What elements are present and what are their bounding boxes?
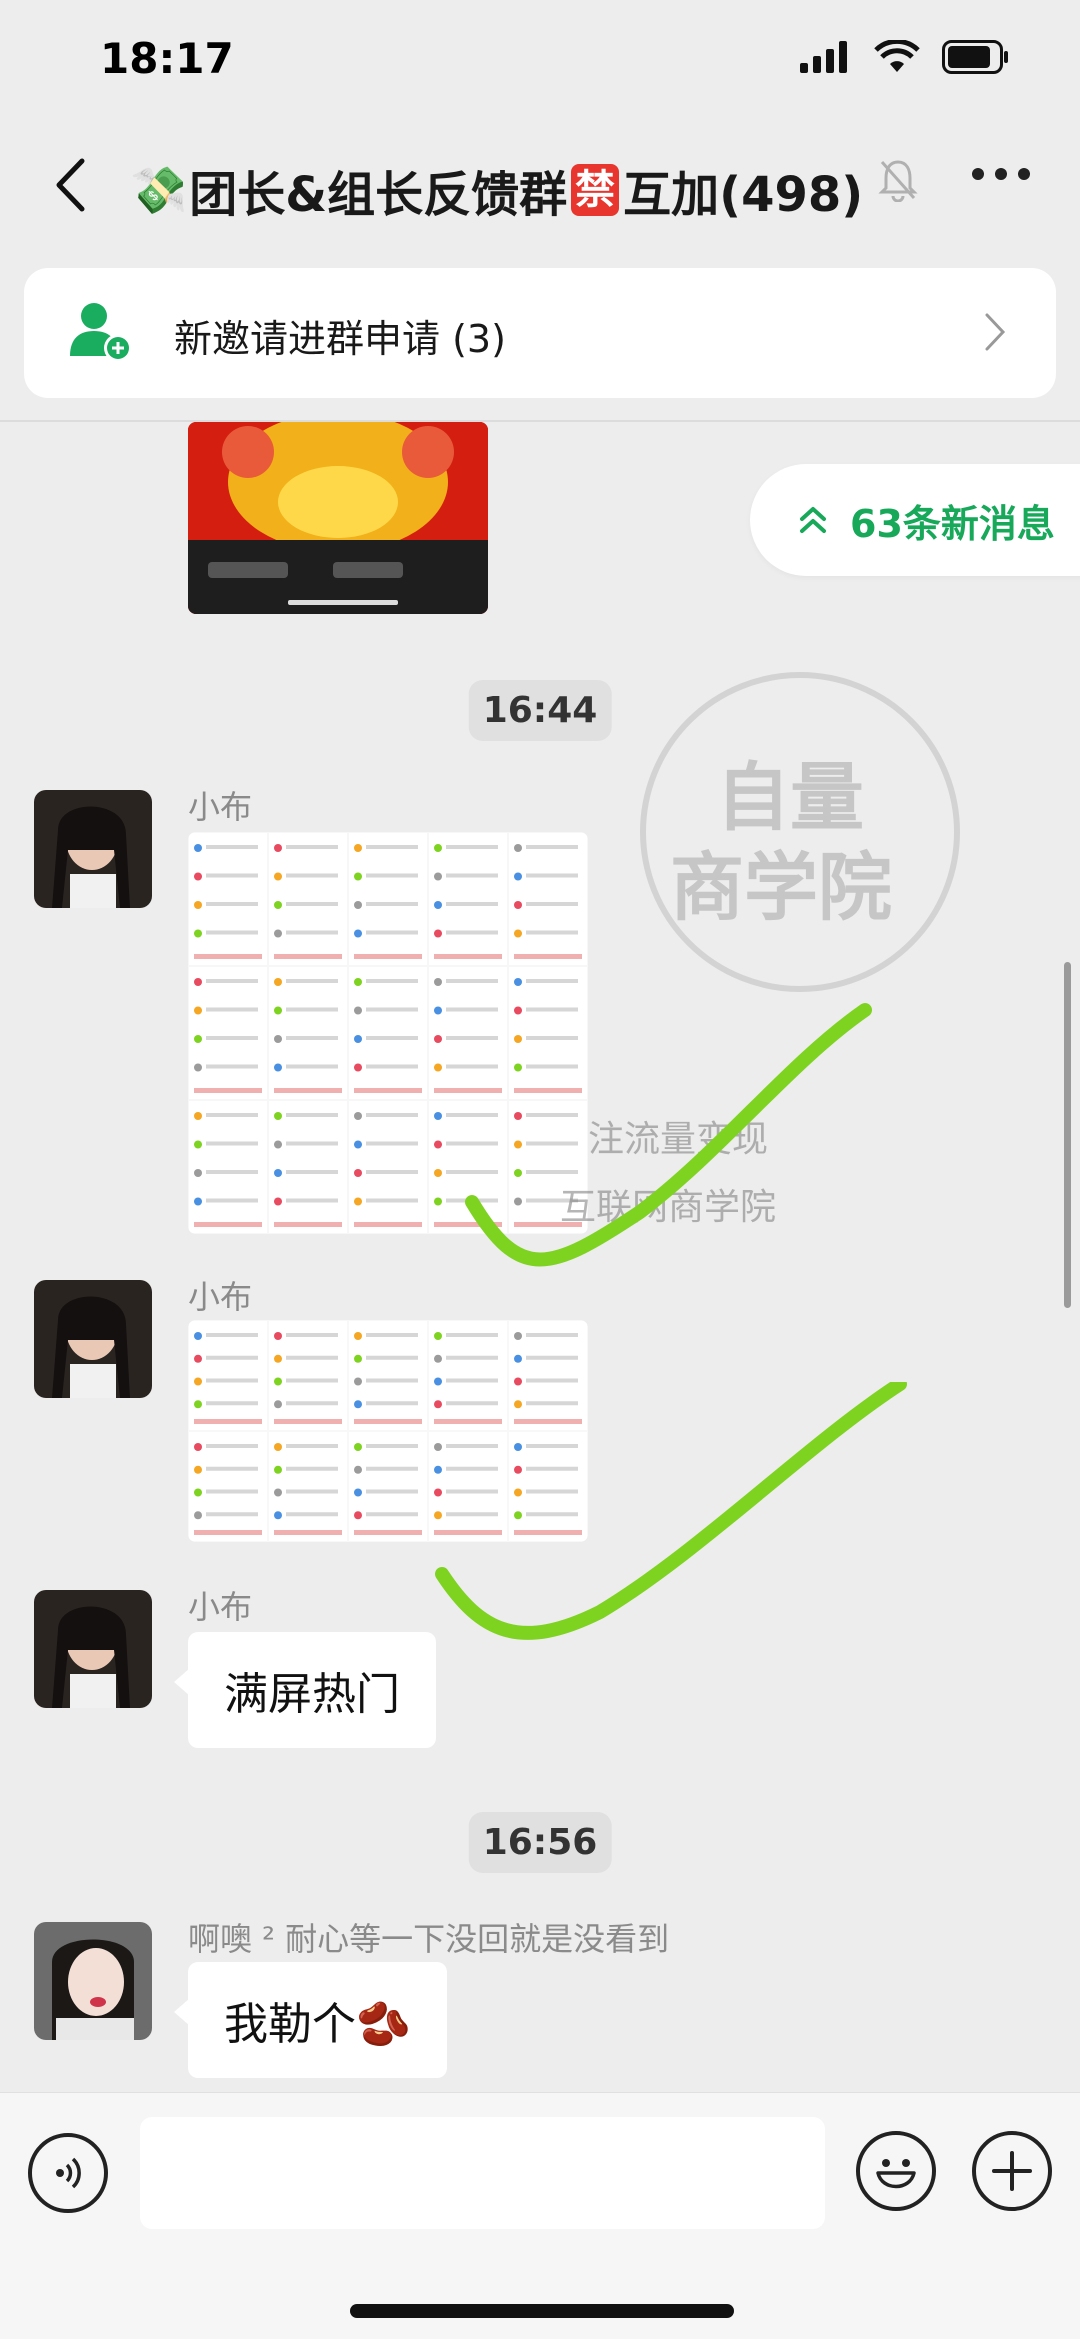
dot-icon [995, 168, 1007, 180]
add-member-icon [70, 303, 132, 362]
new-messages-button[interactable]: 63条新消息 [750, 464, 1080, 576]
home-indicator [350, 2304, 734, 2318]
chat-area[interactable]: 16:44 小布 小布 小布 满屏热门 16:56 啊噢 ² 耐心等一下没回就是… [0, 422, 1080, 2092]
avatar-image [34, 1280, 152, 1398]
avatar[interactable] [34, 1922, 152, 2040]
invite-request-label: 新邀请进群申请 (3) [174, 317, 506, 361]
watermark-seal-text: 自量 [716, 755, 864, 841]
status-icons [800, 40, 1010, 74]
smiley-icon [876, 2159, 916, 2189]
sender-name: 小布 [188, 1588, 253, 1626]
back-button[interactable] [40, 152, 100, 218]
avatar-image [34, 1590, 152, 1708]
ban-badge: 禁 [571, 164, 620, 216]
dot-icon [1018, 168, 1030, 180]
emoji-button[interactable] [856, 2131, 936, 2211]
chat-title: 💸 团长&组长反馈群 禁 互加(498) [130, 155, 890, 225]
chat-title-part1: 团长&组长反馈群 [189, 167, 568, 223]
sender-name: 小布 [188, 1278, 253, 1316]
message-input[interactable] [140, 2117, 825, 2229]
more-functions-button[interactable] [972, 2131, 1052, 2211]
invite-request-banner[interactable]: 新邀请进群申请 (3) [24, 268, 1056, 398]
watermark-seal: 自量 商学院 [640, 672, 960, 992]
plus-icon [992, 2151, 1032, 2191]
mute-bell-icon [878, 160, 918, 202]
timestamp-chip: 16:44 [468, 680, 612, 741]
image-message-partial[interactable] [188, 422, 488, 614]
voice-icon [56, 2157, 81, 2189]
sender-name: 啊噢 ² 耐心等一下没回就是没看到 [188, 1920, 670, 1958]
cellular-signal-icon [800, 41, 847, 73]
green-checkmark-icon [465, 1003, 872, 1267]
text-message-bubble[interactable]: 我勒个🫘 [174, 1962, 447, 2078]
scrollbar[interactable] [1064, 962, 1071, 1308]
timestamp-chip: 16:56 [468, 1812, 612, 1873]
festival-image [188, 422, 488, 614]
double-chevron-up-icon [800, 507, 826, 533]
avatar[interactable] [34, 1280, 152, 1398]
chevron-left-icon [56, 158, 85, 212]
avatar[interactable] [34, 1590, 152, 1708]
status-bar: 18:17 [0, 0, 1080, 120]
new-messages-label: 63条新消息 [850, 501, 1055, 546]
battery-icon [942, 40, 1008, 74]
avatar-image [34, 790, 152, 908]
avatar[interactable] [34, 790, 152, 908]
dot-icon [972, 168, 984, 180]
nav-bar: 💸 团长&组长反馈群 禁 互加(498) [0, 130, 1080, 240]
text-message-bubble[interactable]: 满屏热门 [174, 1632, 436, 1748]
wifi-icon [874, 40, 920, 72]
watermark-seal-text: 商学院 [670, 845, 892, 931]
green-checkmark-icon [435, 1382, 907, 1640]
status-time: 18:17 [100, 34, 234, 83]
message-input-bar [0, 2092, 1080, 2339]
money-emoji-icon: 💸 [130, 162, 188, 217]
voice-input-button[interactable] [28, 2133, 108, 2213]
avatar-image [34, 1922, 152, 2040]
more-options-button[interactable] [972, 168, 1030, 180]
chevron-right-icon [985, 313, 1006, 351]
chat-title-part2: 互加(498) [623, 167, 864, 223]
sender-name: 小布 [188, 788, 253, 826]
